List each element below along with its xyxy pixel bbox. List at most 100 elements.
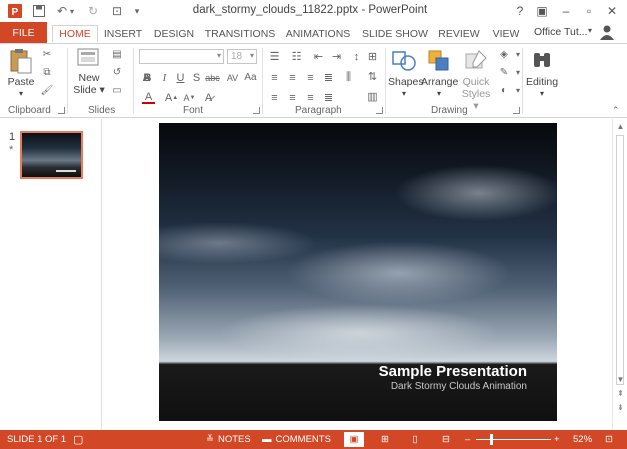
shape-outline-icon[interactable]: ✎: [497, 66, 511, 78]
normal-view-icon[interactable]: ▣: [344, 432, 364, 447]
account-name[interactable]: Office Tut...: [534, 26, 588, 38]
shadow-icon[interactable]: S: [190, 71, 203, 84]
line-spacing-icon[interactable]: ↕: [350, 50, 363, 63]
tab-insert[interactable]: INSERT: [103, 25, 143, 42]
justify-2-icon[interactable]: ≣: [322, 91, 335, 104]
tab-animations[interactable]: ANIMATIONS: [285, 25, 351, 42]
notes-icon: ≚: [206, 434, 214, 445]
decrease-indent-icon[interactable]: ⇤: [312, 50, 325, 63]
save-icon[interactable]: [30, 3, 48, 19]
editing-button[interactable]: Editing ▾: [524, 48, 560, 100]
start-from-beginning-icon[interactable]: ⊡: [108, 3, 126, 19]
collapse-ribbon-icon[interactable]: ⌃: [612, 105, 620, 116]
clipboard-launcher-icon[interactable]: [58, 107, 65, 114]
ribbon: Paste ▾ ✂ ⧉ 🖌 Clipboard New Slide ▾ ▤ ↺ …: [0, 43, 627, 118]
shape-effects-icon[interactable]: ◐: [497, 84, 511, 96]
tab-home[interactable]: HOME: [52, 25, 98, 42]
italic-icon[interactable]: I: [158, 71, 171, 84]
justify-icon[interactable]: ≣: [322, 71, 335, 84]
previous-slide-icon[interactable]: ⇞: [616, 389, 625, 398]
font-size-input[interactable]: 18 ▾: [227, 49, 257, 64]
slide-show-view-icon[interactable]: ⊟: [436, 432, 456, 447]
align-left-icon[interactable]: ≡: [268, 71, 281, 84]
reading-view-icon[interactable]: ▯: [405, 432, 425, 447]
powerpoint-logo-icon: P: [6, 3, 24, 19]
cut-icon[interactable]: ✂: [40, 48, 54, 60]
vertical-scrollbar[interactable]: ▲ ▼ ⇞ ⇟: [612, 119, 627, 430]
new-slide-button[interactable]: New Slide ▾: [72, 48, 106, 96]
scroll-down-icon[interactable]: ▼: [616, 375, 625, 384]
new-slide-label-2: Slide ▾: [73, 84, 105, 96]
paragraph-launcher-icon[interactable]: [376, 107, 383, 114]
slide-canvas[interactable]: Sample Presentation Dark Stormy Clouds A…: [159, 123, 557, 421]
shape-fill-icon[interactable]: ◈: [497, 48, 511, 60]
align-left-2-icon[interactable]: ≡: [268, 91, 281, 104]
scroll-up-icon[interactable]: ▲: [616, 122, 625, 131]
new-slide-label: New: [78, 72, 100, 84]
maximize-button[interactable]: ▫: [578, 2, 600, 20]
slide-thumbnail[interactable]: [20, 131, 83, 179]
layout-icon[interactable]: ▤: [110, 48, 124, 60]
help-button[interactable]: ?: [509, 2, 531, 20]
minimize-button[interactable]: –: [555, 2, 577, 20]
align-right-icon[interactable]: ≡: [304, 71, 317, 84]
format-painter-icon[interactable]: 🖌: [40, 84, 54, 96]
underline-icon[interactable]: U: [174, 71, 187, 84]
quick-styles-button[interactable]: Quick Styles ▾: [459, 48, 493, 112]
center-2-icon[interactable]: ≡: [286, 91, 299, 104]
arrange-button[interactable]: Arrange ▾: [421, 48, 458, 100]
tab-transitions[interactable]: TRANSITIONS: [205, 25, 276, 42]
reset-icon[interactable]: ↺: [110, 66, 124, 78]
grow-font-icon[interactable]: A ▲: [165, 91, 178, 104]
bold-icon[interactable]: B: [141, 71, 154, 84]
section-icon[interactable]: ▭: [110, 84, 124, 96]
tab-review[interactable]: REVIEW: [437, 25, 481, 42]
tab-view[interactable]: VIEW: [489, 25, 523, 42]
text-direction-icon[interactable]: ⇅: [366, 70, 379, 83]
change-case-icon[interactable]: Aa: [244, 71, 257, 84]
account-dropdown-icon[interactable]: ▾: [588, 26, 592, 35]
scrollbar-thumb[interactable]: [616, 135, 624, 385]
spell-check-icon[interactable]: ▢: [73, 433, 83, 446]
tab-slide-show[interactable]: SLIDE SHOW: [362, 25, 428, 42]
zoom-out-icon[interactable]: –: [465, 433, 470, 446]
customize-toolbar-icon[interactable]: ▾: [128, 3, 146, 19]
ribbon-display-options-icon[interactable]: ▣: [531, 2, 553, 20]
smartart-icon[interactable]: ⊞: [366, 50, 379, 63]
strikethrough-icon[interactable]: abc: [205, 71, 220, 84]
paste-button[interactable]: Paste ▾: [5, 48, 37, 100]
zoom-slider-knob[interactable]: [490, 434, 493, 445]
tab-design[interactable]: DESIGN: [153, 25, 195, 42]
slide-title[interactable]: Sample Presentation: [379, 363, 527, 380]
columns-icon[interactable]: ⫼: [342, 71, 355, 84]
slide-subtitle[interactable]: Dark Stormy Clouds Animation: [391, 381, 527, 392]
notes-button[interactable]: ≚ NOTES: [206, 433, 251, 446]
zoom-level[interactable]: 52%: [573, 433, 592, 446]
fit-slide-icon[interactable]: ⊡: [605, 433, 613, 446]
tab-file[interactable]: FILE: [0, 22, 47, 43]
copy-icon[interactable]: ⧉: [40, 66, 54, 78]
align-text-icon[interactable]: ▥: [366, 90, 379, 103]
comments-button[interactable]: ▬ COMMENTS: [262, 433, 331, 446]
shapes-button[interactable]: Shapes ▾: [388, 48, 424, 100]
avatar[interactable]: [599, 24, 615, 40]
close-button[interactable]: ✕: [601, 2, 623, 20]
redo-icon[interactable]: ↻: [84, 3, 102, 19]
bullets-icon[interactable]: ☰: [268, 50, 281, 63]
clear-formatting-icon[interactable]: A̷: [202, 91, 215, 104]
drawing-launcher-icon[interactable]: [513, 107, 520, 114]
numbering-icon[interactable]: ☷: [290, 50, 303, 63]
shrink-font-icon[interactable]: A ▼: [183, 91, 196, 104]
zoom-in-icon[interactable]: +: [554, 433, 560, 446]
font-launcher-icon[interactable]: [253, 107, 260, 114]
character-spacing-icon[interactable]: AV: [226, 71, 239, 84]
center-icon[interactable]: ≡: [286, 71, 299, 84]
align-right-2-icon[interactable]: ≡: [304, 91, 317, 104]
next-slide-icon[interactable]: ⇟: [616, 403, 625, 412]
slide-sorter-view-icon[interactable]: ⊞: [375, 432, 395, 447]
undo-dropdown-icon[interactable]: ▾: [67, 3, 77, 19]
zoom-slider[interactable]: [476, 439, 551, 440]
font-color-icon[interactable]: A: [142, 91, 155, 104]
font-family-input[interactable]: ▾: [139, 49, 224, 64]
increase-indent-icon[interactable]: ⇥: [330, 50, 343, 63]
